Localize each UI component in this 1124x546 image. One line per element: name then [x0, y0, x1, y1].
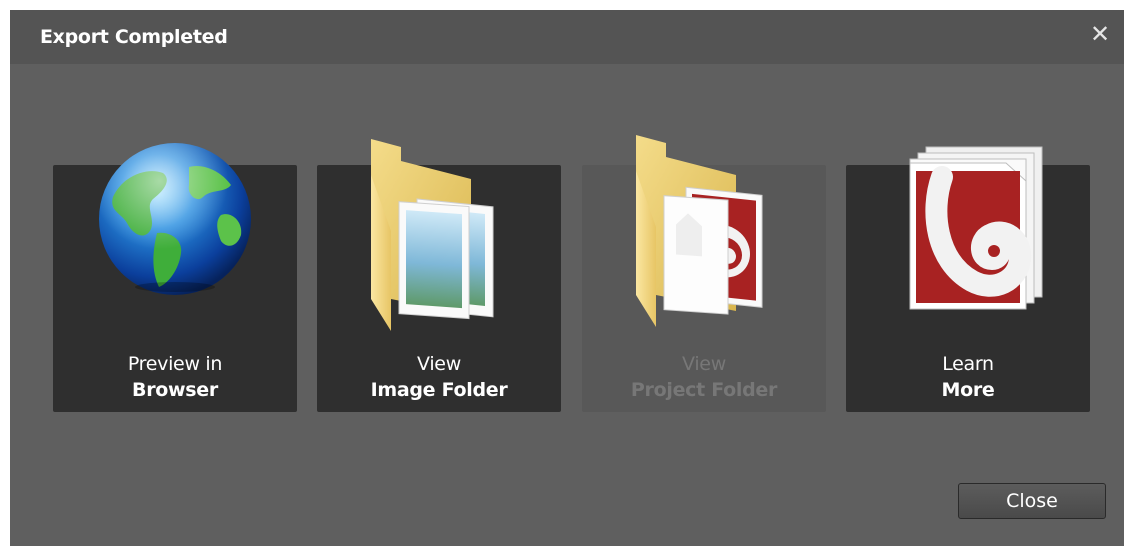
tile-label-line1: View	[682, 353, 726, 375]
view-image-folder-button[interactable]: View Image Folder	[317, 139, 561, 412]
image-folder-icon	[371, 139, 494, 331]
document-stack-icon	[909, 146, 1043, 310]
close-icon[interactable]: ✕	[1086, 20, 1114, 48]
project-folder-icon	[636, 135, 763, 327]
tile-label-line1: Preview in	[127, 353, 223, 375]
globe-icon	[99, 143, 251, 295]
dialog-title: Export Completed	[40, 26, 228, 48]
tile-label-line2: More	[941, 379, 995, 401]
tile-label-line2: Browser	[132, 379, 218, 401]
tile-label-line2: Image Folder	[370, 379, 508, 401]
dialog-titlebar: Export Completed ✕	[10, 10, 1124, 64]
learn-more-button[interactable]: Learn More	[846, 146, 1090, 412]
export-completed-dialog: Export Completed ✕ Preview in Browser Vi…	[10, 10, 1124, 546]
tile-label-line2: Project Folder	[630, 379, 778, 401]
view-project-folder-button: View Project Folder	[582, 135, 826, 412]
preview-in-browser-button[interactable]: Preview in Browser	[53, 143, 297, 412]
close-button[interactable]: Close	[958, 483, 1106, 519]
tile-label-line1: Learn	[942, 353, 994, 375]
tile-label-line1: View	[417, 353, 461, 375]
